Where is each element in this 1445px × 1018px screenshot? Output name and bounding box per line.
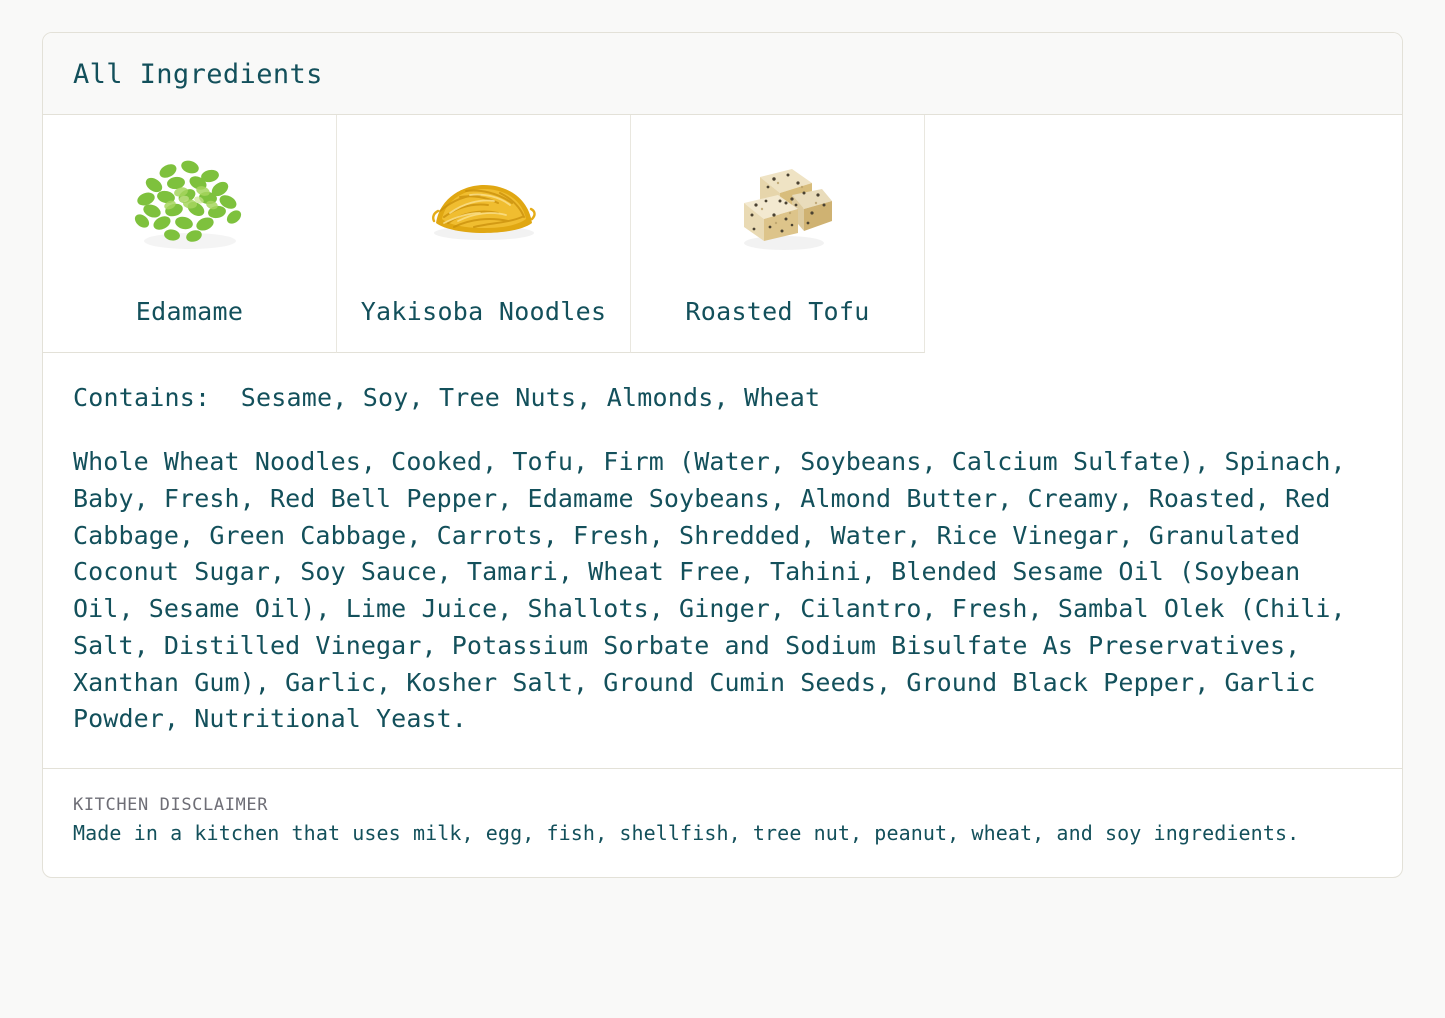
ingredient-label: Edamame [135, 297, 244, 327]
kitchen-disclaimer-heading: KITCHEN DISCLAIMER [73, 795, 269, 816]
ingredient-card-yakisoba-noodles[interactable]: Yakisoba Noodles [337, 115, 631, 354]
ingredient-card-edamame[interactable]: Edamame [43, 115, 337, 354]
kitchen-disclaimer-section: KITCHEN DISCLAIMER Made in a kitchen tha… [43, 769, 1402, 877]
kitchen-disclaimer-text: Made in a kitchen that uses milk, egg, f… [73, 821, 1300, 846]
ingredient-label: Yakisoba Noodles [360, 297, 607, 327]
ingredient-card-roasted-tofu[interactable]: Roasted Tofu [631, 115, 925, 354]
allergen-contains-line: Contains: Sesame, Soy, Tree Nuts, Almond… [73, 383, 821, 413]
all-ingredients-card: All Ingredients Edamame Yakisoba Noodles… [42, 32, 1403, 879]
grid-filler [925, 115, 1402, 353]
ingredient-thumbnail-grid: Edamame Yakisoba Noodles Roasted Tofu [43, 115, 1402, 354]
ingredient-statement-section: Contains: Sesame, Soy, Tree Nuts, Almond… [43, 353, 1402, 770]
ingredients-page: All Ingredients Edamame Yakisoba Noodles… [0, 0, 1445, 1018]
ingredient-label: Roasted Tofu [685, 297, 870, 327]
yakisoba-noodles-icon [409, 139, 559, 267]
card-header: All Ingredients [43, 33, 1402, 116]
edamame-beans-icon [115, 139, 265, 267]
ingredient-statement-text: Whole Wheat Noodles, Cooked, Tofu, Firm … [73, 447, 1346, 734]
roasted-tofu-icon [703, 139, 853, 267]
page-title: All Ingredients [73, 59, 323, 90]
